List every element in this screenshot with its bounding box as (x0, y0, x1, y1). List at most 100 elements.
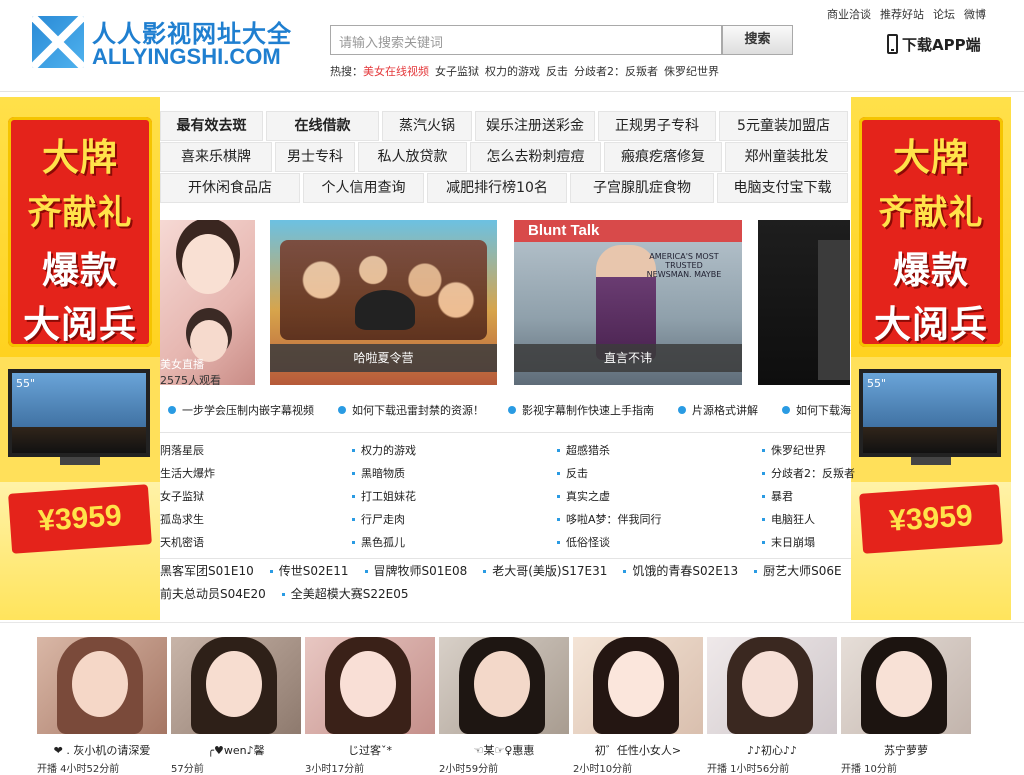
title-item[interactable]: 低俗怪谈 (557, 531, 662, 554)
episode-item[interactable]: 饥饿的青春S02E13 (623, 562, 738, 579)
keyword-link[interactable]: 正规男子专科 (598, 111, 716, 141)
keyword-link[interactable]: 在线借款 (266, 111, 379, 141)
keyword-link[interactable]: 电脑支付宝下载 (717, 173, 848, 203)
top-link-weibo[interactable]: 微博 (964, 8, 986, 21)
streamer-thumbnail[interactable] (707, 637, 837, 734)
tip-item[interactable]: 如何下载迅雷封禁的资源！ (330, 402, 484, 418)
title-item[interactable]: 暴君 (762, 485, 855, 508)
title-item[interactable]: 打工姐妹花 (352, 485, 416, 508)
title-item[interactable]: 权力的游戏 (352, 439, 416, 462)
top-link-business[interactable]: 商业洽谈 (827, 8, 871, 21)
title-item[interactable]: 超感猎杀 (557, 439, 662, 462)
title-item[interactable]: 末日崩塌 (762, 531, 855, 554)
episode-item[interactable]: 厨艺大师S06E (754, 562, 842, 579)
episode-item[interactable]: 冒牌牧师S01E08 (364, 562, 467, 579)
streamer-thumbnail[interactable] (305, 637, 435, 734)
streamer-name[interactable]: 苏宁萝萝 (841, 742, 971, 758)
search-input[interactable]: 请输入搜索关键词 (330, 25, 722, 55)
featured-live-stream[interactable]: 美女直播 2575人观看 (160, 220, 255, 385)
title-link[interactable]: 生活大爆炸 (160, 462, 215, 485)
hot-search-item[interactable]: 女子监狱 (435, 65, 479, 78)
streamer-name[interactable]: ♪♪初心♪♪ (707, 742, 837, 758)
streamer-thumbnail[interactable] (171, 637, 301, 734)
divider (160, 558, 851, 559)
title-item[interactable]: 分歧者2：反叛者 (762, 462, 855, 485)
streamer-thumbnail[interactable] (439, 637, 569, 734)
featured-movie-1[interactable]: 哈啦夏令营 (270, 220, 497, 385)
keyword-link[interactable]: 喜来乐棋牌 (160, 142, 272, 172)
bullet-icon (678, 406, 686, 414)
hot-search-item[interactable]: 侏罗纪世界 (664, 65, 719, 78)
episode-label: 传世S02E11 (278, 564, 349, 578)
keyword-link[interactable]: 私人放贷款 (358, 142, 467, 172)
keyword-link[interactable]: 减肥排行榜10名 (427, 173, 567, 203)
bullet-icon (557, 541, 560, 544)
bullet-icon (168, 406, 176, 414)
bullet-icon (762, 541, 765, 544)
featured-movie-3[interactable] (758, 220, 850, 385)
top-link-forum[interactable]: 论坛 (933, 8, 955, 21)
title-item[interactable]: 电脑狂人 (762, 508, 855, 531)
hot-search-item[interactable]: 分歧者2：反叛者 (574, 65, 658, 78)
streamer-thumbnail[interactable] (841, 637, 971, 734)
keyword-link[interactable]: 怎么去粉刺痘痘 (470, 142, 601, 172)
bullet-icon (352, 518, 355, 521)
viewer-count: 2575人观看 (160, 374, 221, 385)
title-item[interactable]: 哆啦A梦：伴我同行 (557, 508, 662, 531)
keyword-link[interactable]: 男士专科 (275, 142, 355, 172)
streamer-name[interactable]: ╭♥wen♪馨 (171, 742, 301, 758)
tip-item[interactable]: 如何下载海外片源 (774, 402, 851, 418)
episode-item[interactable]: 老大哥(美版)S17E31 (483, 562, 607, 579)
keyword-link[interactable]: 开休闲食品店 (160, 173, 300, 203)
right-side-ad[interactable]: 大牌 齐献礼 爆款 大阅兵 55" ¥3959 (851, 97, 1011, 620)
tip-item[interactable]: 影视字幕制作快速上手指南 (500, 402, 654, 418)
title-item[interactable]: 侏罗纪世界 (762, 439, 855, 462)
tip-item[interactable]: 一步学会压制内嵌字幕视频 (160, 402, 314, 418)
episode-item[interactable]: 传世S02E11 (269, 562, 349, 579)
streamer-name[interactable]: ❤ . 灰小机の请深爱 (37, 742, 167, 758)
search-button[interactable]: 搜索 (722, 25, 793, 55)
tip-item[interactable]: 片源格式讲解 (670, 402, 758, 418)
streamer-name[interactable]: じ过客ˇ* (305, 742, 435, 758)
keyword-link[interactable]: 郑州童装批发 (725, 142, 848, 172)
title-item[interactable]: 行尸走肉 (352, 508, 416, 531)
streamer-thumbnail[interactable] (573, 637, 703, 734)
divider (0, 622, 1024, 623)
site-logo[interactable]: 人人影视网址大全 ALLYINGSHI.COM (32, 14, 302, 74)
title-item[interactable]: 真实之虚 (557, 485, 662, 508)
streamer-name[interactable]: ☜某☞♀惠惠 (439, 742, 569, 758)
tv-image: 55" (8, 369, 150, 457)
title-column-1: 阴落星辰 生活大爆炸 女子监狱 孤岛求生 天机密语 (160, 439, 215, 554)
keyword-link[interactable]: 5元童装加盟店 (719, 111, 848, 141)
streamer-thumbnail[interactable] (37, 637, 167, 734)
keyword-link[interactable]: 最有效去斑 (160, 111, 263, 141)
hot-search-item[interactable]: 反击 (546, 65, 568, 78)
episode-item[interactable]: 全美超模大赛S22E05 (281, 585, 409, 602)
keyword-link[interactable]: 蒸汽火锅 (382, 111, 472, 141)
hot-search-item[interactable]: 权力的游戏 (485, 65, 540, 78)
bullet-icon (754, 570, 758, 573)
title-item[interactable]: 反击 (557, 462, 662, 485)
left-side-ad[interactable]: 大牌 齐献礼 爆款 大阅兵 55" ¥3959 (0, 97, 160, 620)
title-label: 电脑狂人 (771, 513, 815, 526)
title-label: 黑暗物质 (361, 467, 405, 480)
keyword-link[interactable]: 个人信用查询 (303, 173, 424, 203)
featured-movie-2[interactable]: Blunt Talk AMERICA'S MOST TRUSTED NEWSMA… (514, 220, 742, 385)
download-app-link[interactable]: 下载APP端 (887, 34, 981, 55)
episode-label: 厨艺大师S06E (763, 564, 842, 578)
top-link-recommend[interactable]: 推荐好站 (880, 8, 924, 21)
streamer-name[interactable]: 初゛任性小女人> (573, 742, 703, 758)
title-item[interactable]: 黑暗物质 (352, 462, 416, 485)
title-link[interactable]: 女子监狱 (160, 485, 215, 508)
keyword-link[interactable]: 娱乐注册送彩金 (475, 111, 595, 141)
hot-search-item[interactable]: 美女在线视频 (363, 65, 429, 78)
title-link[interactable]: 阴落星辰 (160, 439, 215, 462)
title-item[interactable]: 黑色孤儿 (352, 531, 416, 554)
title-link[interactable]: 天机密语 (160, 531, 215, 554)
episode-link[interactable]: 前夫总动员S04E20 (160, 585, 266, 602)
title-link[interactable]: 孤岛求生 (160, 508, 215, 531)
episode-link[interactable]: 黑客军团S01E10 (160, 562, 254, 579)
keyword-link[interactable]: 子宫腺肌症食物 (570, 173, 714, 203)
keyword-link[interactable]: 瘢痕疙瘩修复 (604, 142, 722, 172)
thumbnail-image (182, 234, 234, 294)
